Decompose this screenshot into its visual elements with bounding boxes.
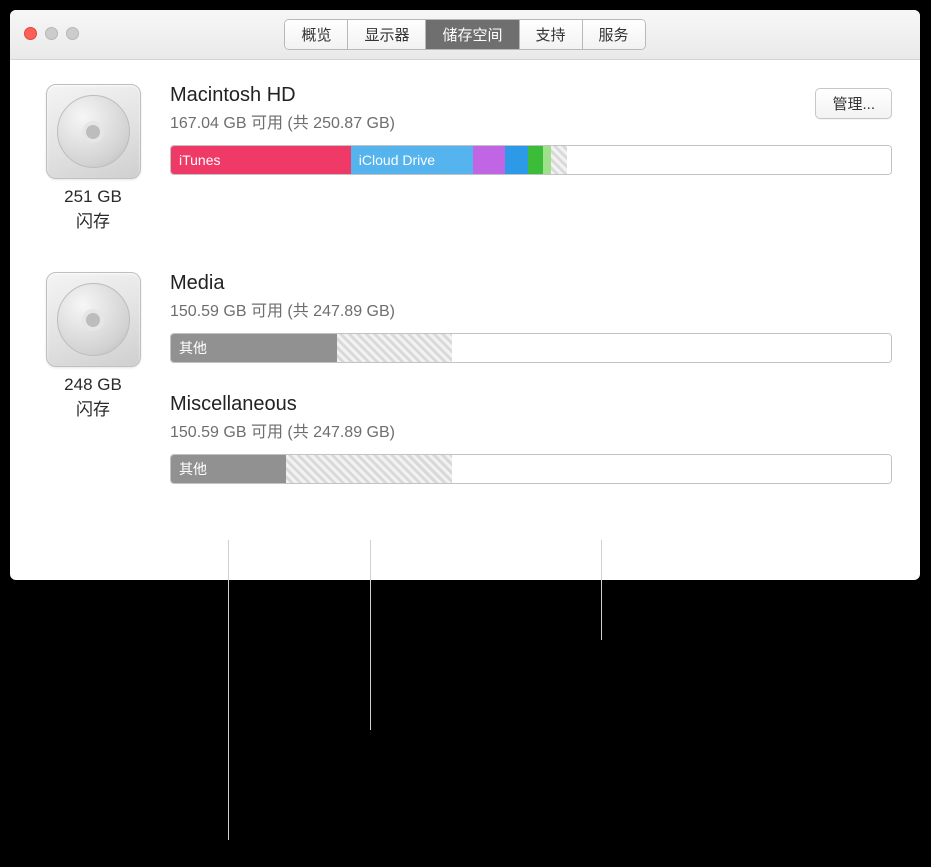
storage-segment: 其他 — [171, 455, 286, 483]
storage-segment — [473, 146, 505, 174]
tab-support[interactable]: 支持 — [520, 20, 583, 49]
storage-segment — [528, 146, 542, 174]
volume-name: Miscellaneous — [170, 393, 892, 416]
tab-service[interactable]: 服务 — [583, 20, 645, 49]
storage-segment — [337, 334, 452, 362]
volume-available: 150.59 GB 可用 (共 247.89 GB) — [170, 297, 892, 321]
drive-info: Media 150.59 GB 可用 (共 247.89 GB) 其他 Misc… — [170, 272, 892, 484]
storage-segment — [286, 455, 452, 483]
volume-name: Media — [170, 272, 892, 295]
drive-info: 管理... Macintosh HD 167.04 GB 可用 (共 250.8… — [170, 84, 892, 232]
drive-capacity: 251 GB — [38, 187, 148, 207]
volume-available: 150.59 GB 可用 (共 247.89 GB) — [170, 418, 892, 442]
callout-line — [601, 540, 602, 640]
drive-icon-col: 251 GB 闪存 — [38, 84, 148, 232]
storage-segment — [452, 455, 891, 483]
storage-content: 251 GB 闪存 管理... Macintosh HD 167.04 GB 可… — [10, 60, 920, 564]
tab-displays[interactable]: 显示器 — [348, 20, 426, 49]
drive-icon-col: 248 GB 闪存 — [38, 272, 148, 484]
maximize-icon[interactable] — [66, 27, 79, 40]
storage-segment: 其他 — [171, 334, 337, 362]
storage-bar: iTunesiCloud Drive — [170, 145, 892, 175]
volume-available: 167.04 GB 可用 (共 250.87 GB) — [170, 109, 892, 133]
drive-type: 闪存 — [38, 395, 148, 420]
titlebar: 概览 显示器 储存空间 支持 服务 — [10, 10, 920, 60]
storage-segment: iTunes — [171, 146, 351, 174]
callout-line — [228, 540, 229, 840]
storage-segment — [567, 146, 891, 174]
tab-overview[interactable]: 概览 — [285, 20, 348, 49]
close-icon[interactable] — [24, 27, 37, 40]
drive-capacity: 248 GB — [38, 375, 148, 395]
tab-storage[interactable]: 储存空间 — [426, 20, 519, 49]
storage-bar: 其他 — [170, 454, 892, 484]
about-this-mac-window: 概览 显示器 储存空间 支持 服务 251 GB 闪存 管理... Macint… — [10, 10, 920, 580]
hard-disk-icon — [46, 272, 141, 367]
callout-line — [370, 540, 371, 730]
tab-bar: 概览 显示器 储存空间 支持 服务 — [284, 19, 645, 50]
storage-segment: iCloud Drive — [351, 146, 473, 174]
storage-segment — [505, 146, 528, 174]
drive-type: 闪存 — [38, 207, 148, 232]
storage-segment — [543, 146, 551, 174]
drive-row: 248 GB 闪存 Media 150.59 GB 可用 (共 247.89 G… — [38, 272, 892, 484]
storage-segment — [452, 334, 891, 362]
window-controls — [24, 27, 79, 40]
volume-name: Macintosh HD — [170, 84, 892, 107]
storage-bar: 其他 — [170, 333, 892, 363]
minimize-icon[interactable] — [45, 27, 58, 40]
hard-disk-icon — [46, 84, 141, 179]
drive-row: 251 GB 闪存 管理... Macintosh HD 167.04 GB 可… — [38, 84, 892, 232]
manage-button[interactable]: 管理... — [815, 88, 892, 119]
storage-segment — [551, 146, 568, 174]
